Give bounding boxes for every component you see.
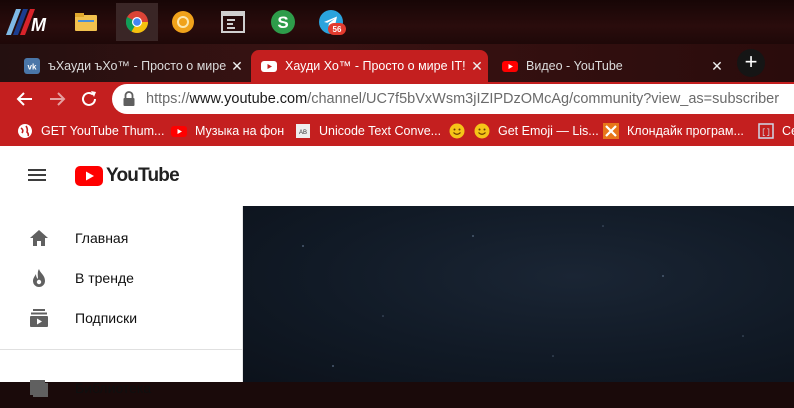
terminal-icon[interactable] — [217, 6, 249, 38]
sidebar-item-library[interactable]: Библиотека — [0, 368, 243, 408]
tab-vk[interactable]: vk ъХауди ъХо™ - Просто о мире IT! ✕ — [14, 50, 248, 82]
new-tab-button[interactable]: + — [737, 49, 765, 77]
sidebar-item-label: Главная — [75, 230, 129, 246]
bookmark-emoji[interactable] — [449, 122, 473, 140]
close-tab-icon[interactable]: ✕ — [226, 58, 248, 75]
svg-text:M: M — [31, 15, 47, 35]
channel-banner — [243, 206, 794, 382]
back-icon[interactable] — [13, 87, 37, 111]
code-icon: [] — [758, 123, 774, 139]
sidebar-item-home[interactable]: Главная — [0, 218, 243, 258]
tab-youtube-video[interactable]: Видео - YouTube ✕ — [492, 50, 728, 82]
file-explorer-icon[interactable] — [70, 6, 102, 38]
bookmark-label: Get Emoji — Lis... — [498, 124, 599, 138]
youtube-header: YouTube — [0, 146, 794, 206]
unicode-icon: AB — [295, 123, 311, 139]
telegram-badge: 56 — [328, 23, 346, 35]
svg-text:vk: vk — [28, 63, 37, 72]
forward-icon[interactable] — [45, 87, 69, 111]
sidebar-item-label: В тренде — [75, 270, 134, 286]
bookmark-label: Се — [782, 124, 794, 138]
youtube-logo[interactable]: YouTube — [75, 165, 180, 187]
sidebar-item-label: Подписки — [75, 310, 138, 326]
chrome-icon[interactable] — [116, 3, 158, 41]
bookmarks-bar: GET YouTube Thum... Музыка на фон AB Uni… — [0, 116, 794, 146]
subscriptions-icon — [28, 307, 50, 329]
url-host: www.youtube.com — [189, 91, 308, 107]
youtube-icon — [502, 58, 518, 74]
youtube-logo-text: YouTube — [106, 165, 180, 186]
tab-title: Хауди Хо™ - Просто о мире IT! — [285, 59, 466, 73]
vk-icon: vk — [24, 58, 40, 74]
bookmark-label: Unicode Text Conve... — [319, 124, 442, 138]
svg-text:[]: [] — [761, 129, 771, 138]
bookmark-get-emoji[interactable]: Get Emoji — Lis... — [474, 122, 599, 140]
globe-icon — [17, 123, 33, 139]
emoji-icon — [449, 123, 465, 139]
sidebar-item-label: Библиотека — [75, 380, 152, 396]
home-icon — [28, 227, 50, 249]
youtube-icon — [261, 58, 277, 74]
taskbar: M S 56 — [0, 0, 794, 44]
sidebar-item-subscriptions[interactable]: Подписки — [0, 298, 243, 338]
url-path: /channel/UC7f5bVxWsm3jIZIPDzOMcAg/commun… — [307, 91, 780, 107]
address-bar[interactable]: https://www.youtube.com/channel/UC7f5bVx… — [112, 84, 794, 114]
bookmark-music[interactable]: Музыка на фон — [171, 122, 284, 140]
svg-text:AB: AB — [299, 130, 307, 136]
library-icon — [28, 377, 50, 399]
banner-texture — [302, 225, 744, 367]
bookmark-label: GET YouTube Thum... — [41, 124, 165, 138]
close-tab-icon[interactable]: ✕ — [466, 58, 488, 75]
sidebar-item-trending[interactable]: В тренде — [0, 258, 243, 298]
url-scheme: https:// — [146, 91, 190, 107]
bmw-m-logo[interactable]: M — [4, 6, 56, 38]
tab-strip: vk ъХауди ъХо™ - Просто о мире IT! ✕ Хау… — [0, 44, 794, 82]
youtube-logo-icon — [75, 166, 103, 186]
bookmark-code[interactable]: [] Се — [758, 122, 794, 140]
svg-text:S: S — [277, 13, 288, 32]
bookmark-klondike[interactable]: Клондайк програм... — [603, 122, 744, 140]
emoji-icon — [474, 123, 490, 139]
bookmark-label: Музыка на фон — [195, 124, 285, 138]
bookmark-label: Клондайк програм... — [627, 124, 744, 138]
trending-icon — [28, 267, 50, 289]
close-tab-icon[interactable]: ✕ — [706, 58, 728, 75]
reload-icon[interactable] — [77, 87, 101, 111]
bookmark-unicode[interactable]: AB Unicode Text Conve... — [295, 122, 441, 140]
sidebar: Главная В тренде Подписки Библиотека — [0, 206, 243, 397]
tab-title: ъХауди ъХо™ - Просто о мире IT! — [48, 59, 226, 73]
lock-icon — [122, 91, 136, 107]
bookmark-youtube-thumbnail[interactable]: GET YouTube Thum... — [17, 122, 164, 140]
tab-title: Видео - YouTube — [526, 59, 623, 73]
s-app-icon[interactable]: S — [267, 6, 299, 38]
chrome-canary-icon[interactable] — [167, 6, 199, 38]
menu-icon[interactable] — [28, 166, 48, 184]
tab-youtube-channel[interactable]: Хауди Хо™ - Просто о мире IT! ✕ — [251, 50, 488, 82]
sidebar-divider — [0, 349, 243, 350]
klondike-icon — [603, 123, 619, 139]
youtube-icon — [171, 123, 187, 139]
